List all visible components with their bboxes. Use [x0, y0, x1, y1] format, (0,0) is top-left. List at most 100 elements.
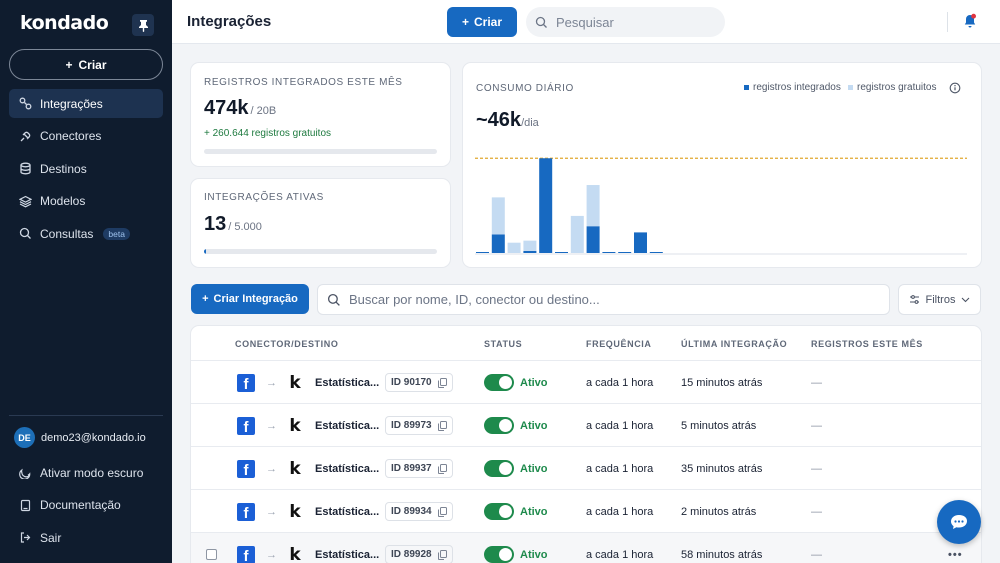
id-chip[interactable]: ID 89937 — [385, 447, 453, 490]
status-cell: Ativo — [484, 533, 548, 563]
book-icon — [20, 499, 31, 511]
records-value-number: 474k — [204, 97, 249, 119]
sidebar-nav: Integrações Conectores Destinos Modelos … — [9, 89, 163, 252]
daily-consumption-chart — [475, 157, 967, 255]
header-create-label: Criar — [474, 15, 503, 29]
copy-icon[interactable] — [437, 420, 447, 431]
arrow-right-icon: → — [266, 376, 277, 389]
source-connector: f — [237, 533, 255, 563]
integration-name[interactable]: Estatística... — [315, 404, 379, 447]
records-this-month: — — [811, 548, 822, 561]
legend-swatch — [848, 85, 853, 90]
status-toggle[interactable] — [484, 503, 514, 520]
connectors-icon — [20, 131, 31, 141]
status-badge: Ativo — [520, 505, 548, 518]
status-toggle[interactable] — [484, 546, 514, 563]
id-chip[interactable]: ID 89928 — [385, 533, 453, 563]
integration-id: ID 89973 — [391, 420, 432, 431]
frequency: a cada 1 hora — [586, 505, 654, 518]
chart-bar-integrated — [539, 158, 553, 253]
records-card: REGISTROS INTEGRADOS ESTE MÊS 474k/ 20B … — [191, 63, 450, 166]
row-select[interactable] — [206, 533, 217, 563]
table-search-input[interactable] — [349, 292, 879, 307]
status-toggle[interactable] — [484, 417, 514, 434]
facebook-icon: f — [237, 459, 255, 478]
user-email: demo23@kondado.io — [41, 431, 146, 444]
header-connector[interactable]: CONECTOR/DESTINO — [235, 339, 338, 349]
header-status[interactable]: STATUS — [484, 339, 522, 349]
records-value: 474k/ 20B — [204, 97, 276, 120]
sidebar-item-destinos[interactable]: Destinos — [9, 154, 163, 183]
header-records-month[interactable]: REGISTROS ESTE MÊS — [811, 339, 923, 349]
top-header: Integrações + Criar — [172, 0, 1000, 44]
table-row[interactable]: f → k Estatística... ID 89928 Ativo a ca… — [191, 532, 981, 563]
active-progress — [204, 249, 437, 254]
integration-name[interactable]: Estatística... — [315, 361, 379, 404]
logout-button[interactable]: Sair — [9, 523, 163, 552]
header-search-input[interactable] — [556, 14, 716, 30]
dark-mode-toggle[interactable]: Ativar modo escuro — [9, 458, 163, 487]
sidebar-item-conectores[interactable]: Conectores — [9, 122, 163, 151]
header-search[interactable] — [526, 7, 725, 37]
frequency: a cada 1 hora — [586, 376, 654, 389]
sidebar-item-integracoes[interactable]: Integrações — [9, 89, 163, 118]
user-account[interactable]: DE demo23@kondado.io — [14, 427, 146, 448]
bell-icon — [964, 13, 976, 28]
header-create-button[interactable]: + Criar — [447, 7, 517, 37]
source-connector: f — [237, 490, 255, 533]
header-frequency[interactable]: FREQUÊNCIA — [586, 339, 652, 349]
facebook-icon: f — [237, 502, 255, 521]
chat-button[interactable] — [937, 500, 981, 544]
id-chip[interactable]: ID 89934 — [385, 490, 453, 533]
chart-bar-integrated — [634, 232, 647, 253]
copy-icon[interactable] — [437, 377, 447, 388]
sidebar-item-modelos[interactable]: Modelos — [9, 187, 163, 216]
records-this-month: — — [811, 376, 822, 389]
last-integration: 35 minutos atrás — [681, 462, 763, 475]
integration-id: ID 90170 — [391, 377, 432, 388]
source-connector: f — [237, 447, 255, 490]
table-row[interactable]: f → k Estatística... ID 89937 Ativo a ca… — [191, 446, 981, 489]
legend-free: registros gratuitos — [848, 82, 936, 93]
chat-icon — [951, 515, 967, 529]
legend-integrated: registros integrados — [744, 82, 841, 93]
sidebar-item-label: Destinos — [40, 161, 87, 176]
id-chip[interactable]: ID 90170 — [385, 361, 453, 404]
daily-value: ~46k/dia — [476, 109, 539, 132]
table-row[interactable]: f → k Estatística... ID 89934 Ativo a ca… — [191, 489, 981, 532]
integration-id: ID 89928 — [391, 549, 432, 560]
copy-icon[interactable] — [437, 463, 447, 474]
integration-name[interactable]: Estatística... — [315, 490, 379, 533]
info-icon[interactable] — [949, 82, 961, 94]
documentation-link[interactable]: Documentação — [9, 491, 163, 520]
status-toggle[interactable] — [484, 374, 514, 391]
sidebar-create-button[interactable]: + Criar — [9, 49, 163, 80]
plus-icon: + — [65, 57, 73, 72]
header-last-integration[interactable]: ÚLTIMA INTEGRAÇÃO — [681, 339, 787, 349]
chart-bar-free — [491, 197, 505, 235]
sidebar-item-label: Modelos — [40, 194, 86, 208]
status-badge: Ativo — [520, 462, 548, 475]
table-row[interactable]: f → k Estatística... ID 89973 Ativo a ca… — [191, 403, 981, 446]
status-toggle[interactable] — [484, 460, 514, 477]
notifications-button[interactable] — [963, 13, 977, 34]
create-integration-button[interactable]: + Criar Integração — [191, 284, 309, 314]
header-separator — [947, 12, 948, 32]
integration-name[interactable]: Estatística... — [315, 447, 379, 490]
copy-icon[interactable] — [437, 506, 447, 517]
facebook-icon: f — [237, 373, 255, 392]
integration-name[interactable]: Estatística... — [315, 533, 379, 563]
records-progress — [204, 149, 437, 154]
pin-sidebar-button[interactable] — [132, 14, 154, 36]
last-integration: 58 minutos atrás — [681, 548, 763, 561]
id-chip[interactable]: ID 89973 — [385, 404, 453, 447]
sidebar-item-consultas[interactable]: Consultas beta — [9, 219, 163, 248]
sidebar-item-label: Conectores — [40, 129, 102, 143]
copy-icon[interactable] — [437, 549, 447, 560]
filters-button[interactable]: Filtros — [898, 284, 981, 315]
row-checkbox[interactable] — [206, 549, 217, 560]
table-search[interactable] — [317, 284, 890, 315]
database-icon — [20, 162, 31, 175]
table-row[interactable]: f → k Estatística... ID 90170 Ativo a ca… — [191, 360, 981, 403]
kondado-logo[interactable]: kondado — [20, 12, 109, 34]
